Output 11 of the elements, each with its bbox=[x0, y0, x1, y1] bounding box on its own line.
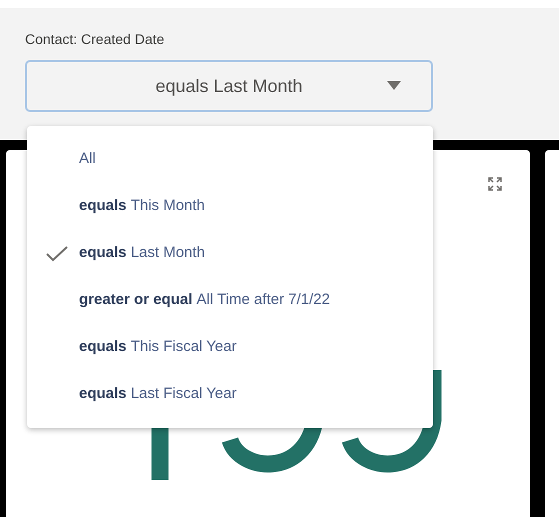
filter-select[interactable]: equals Last Month bbox=[25, 60, 433, 112]
menu-option[interactable]: equals This Month bbox=[27, 183, 433, 230]
filter-label: Contact: Created Date bbox=[25, 30, 164, 48]
menu-option[interactable]: All bbox=[27, 136, 433, 183]
expand-icon[interactable] bbox=[488, 177, 502, 191]
menu-option[interactable]: equals Last Month bbox=[27, 230, 433, 277]
menu-option[interactable]: greater or equal All Time after 7/1/22 bbox=[27, 277, 433, 324]
menu-option[interactable]: equals Last Fiscal Year bbox=[27, 371, 433, 418]
caret-icon bbox=[387, 81, 401, 90]
check-icon bbox=[46, 246, 68, 262]
menu-option[interactable]: equals This Fiscal Year bbox=[27, 324, 433, 371]
